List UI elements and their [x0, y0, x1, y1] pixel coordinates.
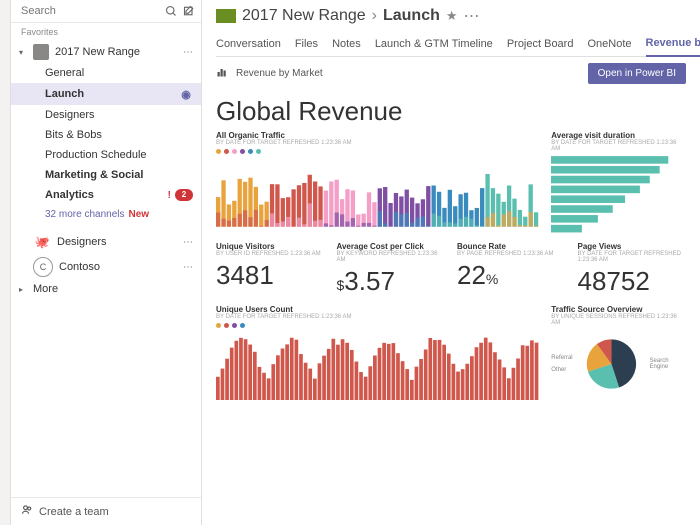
card-bounce: Bounce Rate BY PAGE REFRESHED 1:23:36 AM…	[457, 242, 566, 297]
search-input[interactable]	[19, 4, 165, 18]
powerbi-icon	[216, 65, 228, 83]
tab-title: Revenue by Market	[236, 68, 580, 79]
more-channels[interactable]: 32 more channelsNew	[11, 205, 201, 224]
channel-production[interactable]: Production Schedule	[11, 145, 201, 165]
channel-designers[interactable]: Designers	[11, 105, 201, 125]
team-tile-header	[216, 9, 236, 23]
tab-notes[interactable]: Notes	[332, 38, 361, 56]
app-root: Favorites ▾ 2017 New Range ⋯ General Lau…	[0, 0, 700, 525]
tab-files[interactable]: Files	[295, 38, 318, 56]
tab-revenue[interactable]: Revenue by Market	[646, 37, 700, 57]
tab-gtm[interactable]: Launch & GTM Timeline	[375, 38, 493, 56]
pviews-value: 48752	[578, 266, 687, 297]
video-icon: ◉	[179, 87, 193, 101]
star-icon[interactable]: ★	[446, 8, 458, 24]
card-users: Unique Users Count BY DATE FOR TARGET RE…	[216, 305, 539, 401]
chevron-right-icon: ▸	[19, 285, 27, 294]
card-visitors: Unique Visitors BY USER ID REFRESHED 1:2…	[216, 242, 325, 297]
favorites-label: Favorites	[11, 23, 201, 41]
card-avgvisit: Average visit duration BY DATE FOR TARGE…	[551, 131, 686, 234]
tab-onenote[interactable]: OneNote	[587, 38, 631, 56]
card-traffic: All Organic Traffic BY DATE FOR TARGET R…	[216, 131, 539, 234]
team-row[interactable]: ▾ 2017 New Range ⋯	[11, 41, 201, 63]
legend	[216, 149, 539, 154]
team-tile	[33, 44, 49, 60]
traffic-chart[interactable]	[216, 156, 539, 227]
tab-subheader: Revenue by Market Open in Power BI	[202, 57, 700, 90]
app-rail	[0, 0, 11, 525]
crumb-current: Launch	[383, 7, 440, 25]
pie-chart[interactable]	[579, 329, 644, 399]
team-menu-icon[interactable]: ⋯	[183, 237, 193, 248]
contoso-tile: C	[33, 257, 53, 277]
channel-bits[interactable]: Bits & Bobs	[11, 125, 201, 145]
channel-analytics[interactable]: Analytics!2	[11, 185, 201, 205]
report-title: Global Revenue	[216, 96, 686, 127]
badge-count: 2	[175, 189, 193, 201]
card-sources: Traffic Source Overview BY UNIQUE SESSIO…	[551, 305, 686, 401]
visitors-value: 3481	[216, 260, 325, 291]
team-contoso[interactable]: C Contoso ⋯	[11, 254, 201, 280]
card-cpc: Average Cost per Click BY KEYWORD REFRES…	[337, 242, 446, 297]
main: 2017 New Range › Launch ★ ⋯ Conversation…	[202, 0, 700, 525]
channel-general[interactable]: General	[11, 63, 201, 83]
header: 2017 New Range › Launch ★ ⋯ Conversation…	[202, 0, 700, 57]
card-pviews: Page Views BY DATE FOR TARGET REFRESHED …	[578, 242, 687, 297]
tab-bar: Conversation Files Notes Launch & GTM Ti…	[216, 34, 686, 57]
people-icon	[21, 504, 33, 519]
crumb-parent[interactable]: 2017 New Range	[242, 7, 366, 25]
legend	[216, 323, 539, 328]
alert-icon: !	[168, 190, 171, 201]
channel-launch[interactable]: Launch◉	[11, 83, 201, 105]
team-designers[interactable]: 🐙 Designers ⋯	[11, 230, 201, 254]
create-team[interactable]: Create a team	[11, 497, 201, 525]
avgvisit-chart[interactable]	[551, 155, 686, 234]
more-teams[interactable]: ▸ More	[11, 280, 201, 298]
cpc-value: $3.57	[337, 266, 446, 297]
chevron-down-icon: ▾	[19, 48, 27, 57]
chevron-right-icon: ›	[372, 7, 377, 25]
channel-marketing[interactable]: Marketing & Social	[11, 165, 201, 185]
search-icon[interactable]	[165, 4, 177, 18]
team-menu-icon[interactable]: ⋯	[183, 47, 193, 58]
search-bar	[11, 0, 201, 23]
header-menu-icon[interactable]: ⋯	[464, 6, 480, 26]
bounce-value: 22%	[457, 260, 566, 291]
team-menu-icon[interactable]: ⋯	[183, 262, 193, 273]
users-chart[interactable]	[216, 330, 539, 401]
report-canvas: Global Revenue All Organic Traffic BY DA…	[202, 90, 700, 525]
open-powerbi-button[interactable]: Open in Power BI	[588, 63, 686, 84]
sidebar: Favorites ▾ 2017 New Range ⋯ General Lau…	[11, 0, 202, 525]
tab-project-board[interactable]: Project Board	[507, 38, 574, 56]
compose-icon[interactable]	[183, 4, 195, 18]
tab-conversation[interactable]: Conversation	[216, 38, 281, 56]
breadcrumb: 2017 New Range › Launch ★ ⋯	[216, 6, 686, 26]
designers-tile: 🐙	[33, 233, 51, 251]
team-name: 2017 New Range	[55, 46, 177, 58]
